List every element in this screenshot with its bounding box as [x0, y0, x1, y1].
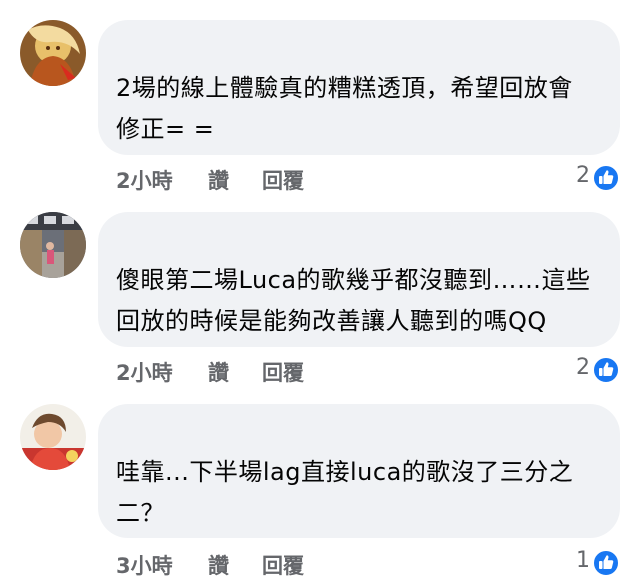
avatar-golden-character-icon[interactable]: [20, 20, 86, 86]
like-button[interactable]: 讚: [208, 357, 229, 387]
like-thumb-icon: [592, 549, 620, 577]
reactions[interactable]: 2: [550, 163, 620, 193]
comment-timestamp[interactable]: 2小時: [116, 165, 173, 195]
reply-button[interactable]: 回覆: [262, 165, 304, 195]
comment-bubble: 哇靠...下半場lag直接luca的歌沒了三分之 二？: [98, 404, 620, 538]
reactions[interactable]: 2: [550, 355, 620, 385]
like-thumb-icon: [592, 356, 620, 384]
reactions[interactable]: 1: [550, 548, 620, 578]
avatar-person-photo-icon[interactable]: [20, 404, 86, 470]
reaction-count: 2: [576, 355, 590, 380]
like-button[interactable]: 讚: [208, 550, 229, 580]
comment-text: 2場的線上體驗真的糟糕透頂，希望回放會 修正= =: [116, 74, 573, 143]
reply-button[interactable]: 回覆: [262, 357, 304, 387]
comment-timestamp[interactable]: 2小時: [116, 357, 173, 387]
like-thumb-icon: [592, 164, 620, 192]
comment-text: 哇靠...下半場lag直接luca的歌沒了三分之 二？: [116, 458, 574, 527]
reply-button[interactable]: 回覆: [262, 550, 304, 580]
reaction-count: 1: [576, 548, 590, 573]
comment-bubble: 2場的線上體驗真的糟糕透頂，希望回放會 修正= =: [98, 20, 620, 155]
avatar-street-photo-icon[interactable]: [20, 212, 86, 278]
reaction-count: 2: [576, 163, 590, 188]
comment-text: 傻眼第二場Luca的歌幾乎都沒聽到……這些 回放的時候是能夠改善讓人聽到的嗎QQ: [116, 266, 591, 335]
comment-timestamp[interactable]: 3小時: [116, 550, 173, 580]
comment-bubble: 傻眼第二場Luca的歌幾乎都沒聽到……這些 回放的時候是能夠改善讓人聽到的嗎QQ: [98, 212, 620, 347]
like-button[interactable]: 讚: [208, 165, 229, 195]
